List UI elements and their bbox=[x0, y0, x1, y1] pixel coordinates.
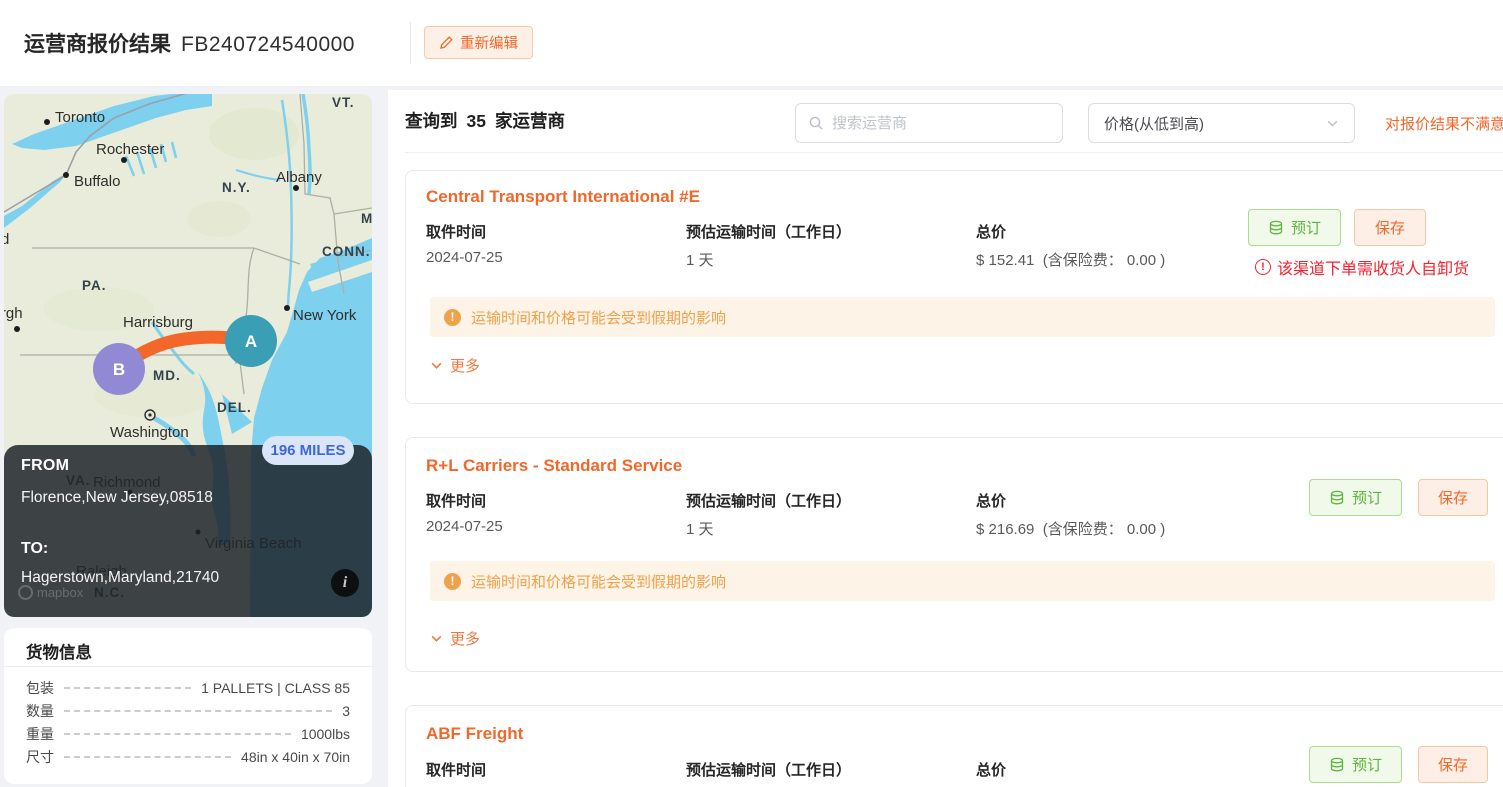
pickup-time-col: 取件时间 2024-07-25 bbox=[426, 493, 503, 535]
book-button[interactable]: 预订 bbox=[1248, 209, 1341, 246]
cargo-info-title: 货物信息 bbox=[26, 644, 92, 662]
map-attribution: mapbox bbox=[18, 585, 83, 600]
route-map[interactable]: Toronto Rochester Buffalo Albany New Yor… bbox=[4, 94, 372, 617]
cargo-info-card: 货物信息 包装 1 PALLETS | CLASS 85 数量 3 重量 1000lb… bbox=[4, 628, 372, 784]
channel-warning: ! 该渠道下单需收货人自卸货 bbox=[1254, 255, 1469, 279]
city-buffalo: Buffalo bbox=[74, 173, 120, 190]
order-number: FB240724540000 bbox=[181, 33, 355, 56]
holiday-warning-banner: ! 运输时间和价格可能会受到假期的影响 bbox=[430, 561, 1495, 601]
re-edit-button[interactable]: 重新编辑 bbox=[424, 26, 533, 59]
chevron-down-icon bbox=[1326, 117, 1339, 130]
city-toronto: Toronto bbox=[55, 109, 105, 126]
info-icon[interactable]: i bbox=[331, 569, 359, 597]
sort-dropdown[interactable]: 价格(从低到高) bbox=[1088, 103, 1355, 143]
search-input[interactable] bbox=[832, 114, 1050, 132]
result-suffix: 家运营商 bbox=[494, 111, 565, 131]
pickup-time-col: 取件时间 2024-07-25 bbox=[426, 224, 503, 266]
header-divider bbox=[410, 22, 411, 64]
from-label: FROM bbox=[21, 457, 70, 474]
search-icon bbox=[808, 115, 824, 131]
cargo-divider bbox=[4, 666, 372, 667]
state-ma: MA bbox=[361, 211, 372, 226]
carrier-card: ABF Freight 取件时间 2024-07-25 预估运输时间（工作日） … bbox=[405, 705, 1503, 787]
price-amount: $ 216.69 bbox=[976, 521, 1035, 538]
carrier-name: Central Transport International #E bbox=[426, 187, 700, 206]
state-md: MD. bbox=[153, 368, 181, 383]
quote-results-panel: 查询到 35 家运营商 价格(从低到高) 对报价结果不满意 Central Tr… bbox=[388, 90, 1503, 787]
carrier-card: R+L Carriers - Standard Service 取件时间 202… bbox=[405, 437, 1503, 672]
city-new-york: New York bbox=[293, 307, 357, 324]
state-pa: PA. bbox=[82, 278, 107, 293]
carrier-name: R+L Carriers - Standard Service bbox=[426, 456, 683, 475]
to-label: TO: bbox=[21, 540, 49, 557]
page-header: 运营商报价结果 FB240724540000 重新编辑 bbox=[0, 0, 1503, 86]
result-count-line: 查询到 35 家运营商 bbox=[405, 108, 565, 133]
cargo-row-weight: 重量 1000lbs bbox=[26, 725, 350, 742]
transit-time-col: 预估运输时间（工作日） 1 天 bbox=[686, 224, 852, 269]
route-summary-overlay: FROM Florence,New Jersey,08518 TO: Hager… bbox=[4, 445, 372, 617]
result-prefix: 查询到 bbox=[405, 111, 458, 131]
svg-text:A: A bbox=[245, 332, 257, 351]
state-ny: N.Y. bbox=[222, 180, 251, 195]
total-price-col: 总价 $ 152.41 (含保险费： 0.00 ) bbox=[976, 224, 1166, 269]
state-conn: CONN. bbox=[322, 244, 371, 259]
distance-badge: 196 MILES bbox=[262, 436, 354, 465]
book-button[interactable]: 预订 bbox=[1309, 746, 1402, 783]
state-del: DEL. bbox=[217, 400, 252, 415]
coins-icon bbox=[1329, 757, 1345, 773]
save-button[interactable]: 保存 bbox=[1354, 209, 1426, 246]
pickup-time-col: 取件时间 2024-07-25 bbox=[426, 762, 487, 779]
total-price-col: 总价 $ 216.69 (含保险费： 0.00 ) bbox=[976, 493, 1166, 538]
toolbar-divider bbox=[405, 152, 1503, 153]
marker-b: B bbox=[93, 343, 145, 395]
pencil-icon bbox=[439, 35, 454, 50]
insurance-note: (含保险费： 0.00 ) bbox=[1042, 252, 1166, 269]
page-title-text: 运营商报价结果 bbox=[24, 33, 171, 56]
transit-time-col: 预估运输时间（工作日） 1 天 bbox=[686, 493, 852, 538]
carrier-name: ABF Freight bbox=[426, 724, 524, 743]
coins-icon bbox=[1268, 220, 1284, 236]
sort-selected-value: 价格(从低到高) bbox=[1104, 115, 1204, 133]
cargo-row-dimensions: 尺寸 48in x 40in x 70in bbox=[26, 748, 350, 765]
holiday-warning-banner: ! 运输时间和价格可能会受到假期的影响 bbox=[430, 297, 1495, 337]
from-address: Florence,New Jersey,08518 bbox=[21, 489, 213, 506]
cargo-row-packaging: 包装 1 PALLETS | CLASS 85 bbox=[26, 679, 350, 696]
dissatisfied-with-quotes-link[interactable]: 对报价结果不满意 bbox=[1385, 113, 1503, 134]
city-pittsburgh: Pittsburgh bbox=[4, 305, 23, 322]
carrier-card: Central Transport International #E 取件时间 … bbox=[405, 170, 1503, 404]
svg-text:B: B bbox=[113, 360, 125, 379]
book-button[interactable]: 预订 bbox=[1309, 479, 1402, 516]
city-harrisburg: Harrisburg bbox=[123, 314, 193, 331]
exclamation-circle-icon: ! bbox=[1254, 259, 1271, 275]
cargo-row-quantity: 数量 3 bbox=[26, 702, 350, 719]
mapbox-logo-icon bbox=[18, 585, 33, 600]
total-price-col: 总价 $ 240.65 (含保险费： 0.00 ) bbox=[976, 762, 1007, 779]
chevron-down-icon bbox=[430, 359, 443, 372]
price-amount: $ 152.41 bbox=[976, 252, 1035, 269]
marker-a: A bbox=[225, 315, 277, 367]
city-washington: Washington bbox=[110, 424, 189, 441]
carrier-search bbox=[795, 103, 1063, 143]
coins-icon bbox=[1329, 490, 1345, 506]
insurance-note: (含保险费： 0.00 ) bbox=[1042, 521, 1166, 538]
save-button[interactable]: 保存 bbox=[1418, 479, 1488, 516]
transit-time-col: 预估运输时间（工作日） 2 天 bbox=[686, 762, 852, 779]
save-button[interactable]: 保存 bbox=[1418, 746, 1488, 783]
chevron-down-icon bbox=[430, 632, 443, 645]
city-albany: Albany bbox=[276, 169, 322, 186]
more-toggle[interactable]: 更多 bbox=[430, 355, 480, 376]
re-edit-label: 重新编辑 bbox=[460, 36, 518, 52]
edge-cut-label: d bbox=[4, 231, 9, 248]
page-title: 运营商报价结果 FB240724540000 bbox=[24, 28, 355, 58]
city-rochester: Rochester bbox=[96, 141, 164, 158]
cargo-rows: 包装 1 PALLETS | CLASS 85 数量 3 重量 1000lbs 尺寸 4… bbox=[26, 676, 350, 768]
more-toggle[interactable]: 更多 bbox=[430, 628, 480, 649]
alert-filled-icon: ! bbox=[444, 308, 461, 326]
result-count: 35 bbox=[466, 111, 486, 131]
state-vt: VT. bbox=[332, 95, 355, 110]
alert-filled-icon: ! bbox=[444, 572, 461, 590]
